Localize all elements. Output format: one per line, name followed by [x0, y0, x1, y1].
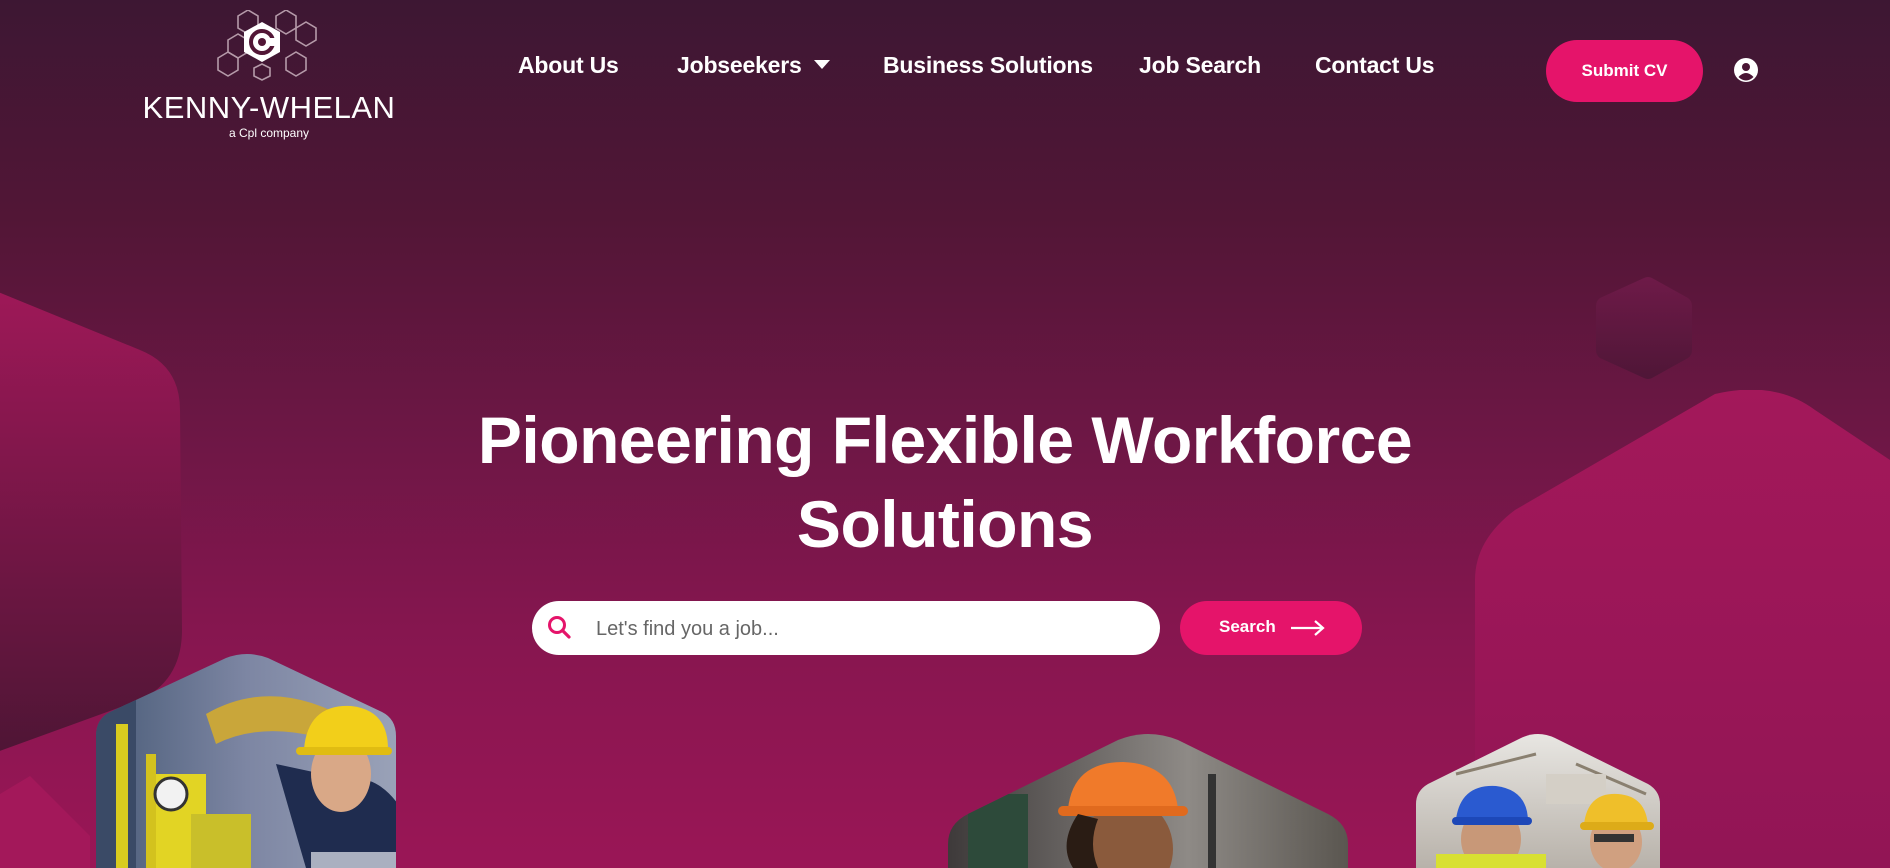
job-search-input[interactable]	[594, 609, 1138, 649]
brand-tagline: a Cpl company	[228, 126, 310, 140]
nav-item-jobseekers-label: Jobseekers	[677, 52, 802, 78]
search-button-label: Search	[1219, 617, 1276, 636]
hero-title-line-2: Solutions	[796, 487, 1094, 561]
photo-two-workers-hardhats	[1416, 734, 1660, 868]
photo-worker-orange-hardhat	[948, 734, 1348, 868]
user-circle-icon[interactable]	[1734, 58, 1758, 82]
nav-item-jobseekers[interactable]: Jobseekers	[677, 52, 830, 79]
site-header: KENNY-WHELAN a Cpl company About Us Jobs…	[0, 0, 1890, 140]
background-hexagon-small	[1596, 277, 1692, 379]
hexagon-logo-icon	[217, 10, 317, 81]
hero-title: Pioneering Flexible Workforce Solutions	[395, 398, 1495, 566]
search-button[interactable]: Search	[1180, 601, 1362, 655]
nav-item-business-solutions[interactable]: Business Solutions	[883, 52, 1093, 79]
photo-engineer-yellow-hardhat	[96, 654, 396, 868]
hero-title-line-1: Pioneering Flexible Workforce	[477, 403, 1413, 477]
background-hexagon-bottom-left	[0, 776, 90, 868]
arrow-right-icon	[1291, 620, 1325, 636]
job-search-box	[532, 601, 1160, 655]
search-icon	[548, 616, 571, 639]
nav-item-contact-us[interactable]: Contact Us	[1315, 52, 1435, 79]
submit-cv-button[interactable]: Submit CV	[1546, 40, 1703, 102]
nav-item-about-us[interactable]: About Us	[518, 52, 619, 79]
nav-item-job-search[interactable]: Job Search	[1139, 52, 1261, 79]
brand-name: KENNY-WHELAN	[142, 90, 396, 125]
brand-logo[interactable]: KENNY-WHELAN a Cpl company	[134, 10, 404, 140]
chevron-down-icon	[813, 60, 830, 70]
